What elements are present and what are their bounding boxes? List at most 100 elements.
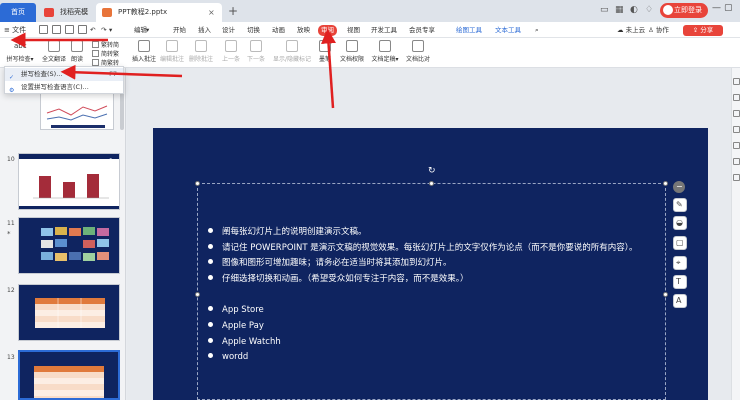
- text-style-icon[interactable]: T: [673, 275, 687, 289]
- resize-handle[interactable]: [195, 292, 200, 297]
- menu-text-tools[interactable]: 文本工具: [495, 22, 521, 38]
- chevron-down-icon[interactable]: ▾: [109, 22, 112, 38]
- tab-home[interactable]: 首页: [0, 3, 36, 22]
- chevron-down-icon[interactable]: ▾: [146, 22, 149, 38]
- text-placeholder-selected[interactable]: [197, 183, 666, 400]
- menu-home[interactable]: 开始: [173, 22, 186, 38]
- menu-view[interactable]: 视图: [347, 22, 360, 38]
- spell-check-button[interactable]: abc 拼写检查▾: [6, 40, 34, 63]
- close-icon[interactable]: ×: [82, 3, 89, 22]
- maximize-icon[interactable]: ▢: [724, 3, 733, 13]
- pen-icon[interactable]: ✎: [673, 198, 687, 212]
- bell-icon[interactable]: ♢: [645, 5, 653, 15]
- menu-animation[interactable]: 动画: [272, 22, 285, 38]
- layout-icon[interactable]: ▭: [600, 5, 609, 15]
- title-tab-bar: 首页 找稻壳模板 × PPT教程2.pptx × + ▭ ▦ ◐ ♢ 立即登录 …: [0, 0, 740, 35]
- panel-icon[interactable]: [733, 126, 740, 133]
- close-icon[interactable]: ×: [208, 3, 215, 22]
- export-pdf-icon[interactable]: [78, 25, 87, 34]
- next-comment-button[interactable]: 下一条: [245, 40, 267, 63]
- panel-icon[interactable]: [733, 78, 740, 85]
- spell-check-icon: abc: [14, 42, 27, 50]
- file-menu[interactable]: ≡ 文件: [4, 24, 26, 36]
- resize-handle[interactable]: [663, 181, 668, 186]
- outline-icon[interactable]: ▢: [673, 236, 687, 250]
- trad-to-simp-label: 繁转简: [101, 42, 120, 49]
- theme-icon[interactable]: ◐: [630, 5, 638, 15]
- simp-to-trad-button[interactable]: 简转繁: [92, 50, 119, 59]
- menu-member[interactable]: 会员专享: [409, 22, 435, 38]
- bullet-item[interactable]: 图像和图形可增加趣味；请务必在适当时将其添加到幻灯片。: [208, 258, 452, 269]
- edit-comment-button[interactable]: 编辑批注: [158, 40, 186, 63]
- bullet-item[interactable]: 请记住 POWERPOINT 是演示文稿的视觉效果。每张幻灯片上的文字仅作为论点…: [208, 243, 638, 254]
- show-markup-button[interactable]: 显示/隐藏标记: [270, 40, 314, 63]
- tab-template-store[interactable]: 找稻壳模板 ×: [38, 3, 94, 35]
- menu-drawing-tools[interactable]: 绘图工具: [456, 22, 482, 38]
- menu-transition[interactable]: 切换: [247, 22, 260, 38]
- collaborate-button[interactable]: ♙ 协作: [648, 22, 669, 38]
- panel-icon[interactable]: [733, 110, 740, 117]
- menu-design[interactable]: 设计: [222, 22, 235, 38]
- undo-icon[interactable]: ↶: [90, 22, 95, 38]
- bar-chart-preview: [19, 154, 119, 209]
- slide-thumbnail-selected[interactable]: [18, 350, 120, 400]
- panel-icon[interactable]: [733, 94, 740, 101]
- slide-thumbnail[interactable]: [18, 284, 120, 341]
- table-preview: [35, 298, 105, 328]
- grid-icon[interactable]: ▦: [615, 5, 624, 15]
- bullet-dot: [208, 306, 213, 311]
- tab-ppt-document[interactable]: PPT教程2.pptx ×: [96, 3, 222, 22]
- bullet-item[interactable]: Apple Pay: [208, 321, 264, 332]
- fill-icon[interactable]: ◒: [673, 216, 687, 230]
- translate-icon: [48, 40, 60, 52]
- bullet-item[interactable]: wordd: [208, 352, 248, 363]
- prev-comment-button[interactable]: 上一条: [220, 40, 242, 63]
- ink-pen-button[interactable]: 墨笔: [316, 40, 334, 63]
- panel-icon[interactable]: [733, 142, 740, 149]
- menu-review[interactable]: 审阅: [318, 24, 337, 36]
- translate-text-icon[interactable]: A: [673, 294, 687, 308]
- slide-thumbnail[interactable]: [40, 90, 114, 130]
- location-icon[interactable]: ⌖: [673, 256, 687, 270]
- search-icon: ⌕: [109, 156, 113, 163]
- login-button[interactable]: 立即登录: [660, 3, 708, 18]
- spell-check-menu-item[interactable]: ✓ 拼写检查(S)... F7: [5, 68, 123, 81]
- new-tab-button[interactable]: +: [228, 4, 238, 18]
- collapse-icon[interactable]: −: [673, 181, 685, 193]
- print-icon[interactable]: [65, 25, 74, 34]
- rotate-handle-icon[interactable]: ↻: [428, 166, 436, 176]
- doc-rights-button[interactable]: 文档权限: [338, 40, 366, 63]
- slide-thumbnail[interactable]: ⌕: [18, 153, 120, 210]
- menu-insert[interactable]: 插入: [198, 22, 211, 38]
- doc-compare-button[interactable]: 文档比对: [404, 40, 432, 63]
- slide-thumbnail[interactable]: [18, 217, 120, 274]
- minimize-icon[interactable]: —: [712, 3, 721, 13]
- resize-handle[interactable]: [429, 181, 434, 186]
- delete-comment-button[interactable]: 删除批注: [186, 40, 216, 63]
- spell-check-dropdown: ✓ 拼写检查(S)... F7 ⚙ 设置拼写检查语言(C)...: [4, 66, 124, 94]
- bullet-item[interactable]: 阐每张幻灯片上的说明创建演示文稿。: [208, 227, 367, 238]
- spell-language-menu-item[interactable]: ⚙ 设置拼写检查语言(C)...: [5, 81, 123, 94]
- save-icon[interactable]: [52, 25, 61, 34]
- resize-handle[interactable]: [663, 292, 668, 297]
- resize-handle[interactable]: [195, 181, 200, 186]
- cloud-status[interactable]: ☁ 未上云: [617, 22, 645, 38]
- trad-to-simp-button[interactable]: 繁转简: [92, 41, 119, 50]
- redo-icon[interactable]: ↷: [101, 22, 106, 38]
- translate-button[interactable]: 全文翻译: [40, 40, 68, 63]
- open-icon[interactable]: [39, 25, 48, 34]
- panel-icon[interactable]: [733, 174, 740, 181]
- menu-developer[interactable]: 开发工具: [371, 22, 397, 38]
- share-label: 分享: [700, 26, 714, 34]
- bullet-item[interactable]: Apple Watchh: [208, 337, 281, 348]
- search-icon[interactable]: ⌕: [535, 22, 539, 38]
- doc-finalize-button[interactable]: 文档定稿▾: [370, 40, 400, 63]
- bullet-item[interactable]: App Store: [208, 305, 264, 316]
- panel-icon[interactable]: [733, 158, 740, 165]
- bullet-item[interactable]: 仔细选择切换和动画。（希望受众如何专注于内容，而不是效果。）: [208, 274, 469, 285]
- bullet-text: 阐每张幻灯片上的说明创建演示文稿。: [222, 227, 367, 237]
- read-aloud-button[interactable]: 朗读: [68, 40, 86, 63]
- insert-comment-button[interactable]: 插入批注: [130, 40, 158, 63]
- menu-slideshow[interactable]: 放映: [297, 22, 310, 38]
- share-button[interactable]: ⇪ 分享: [683, 25, 723, 36]
